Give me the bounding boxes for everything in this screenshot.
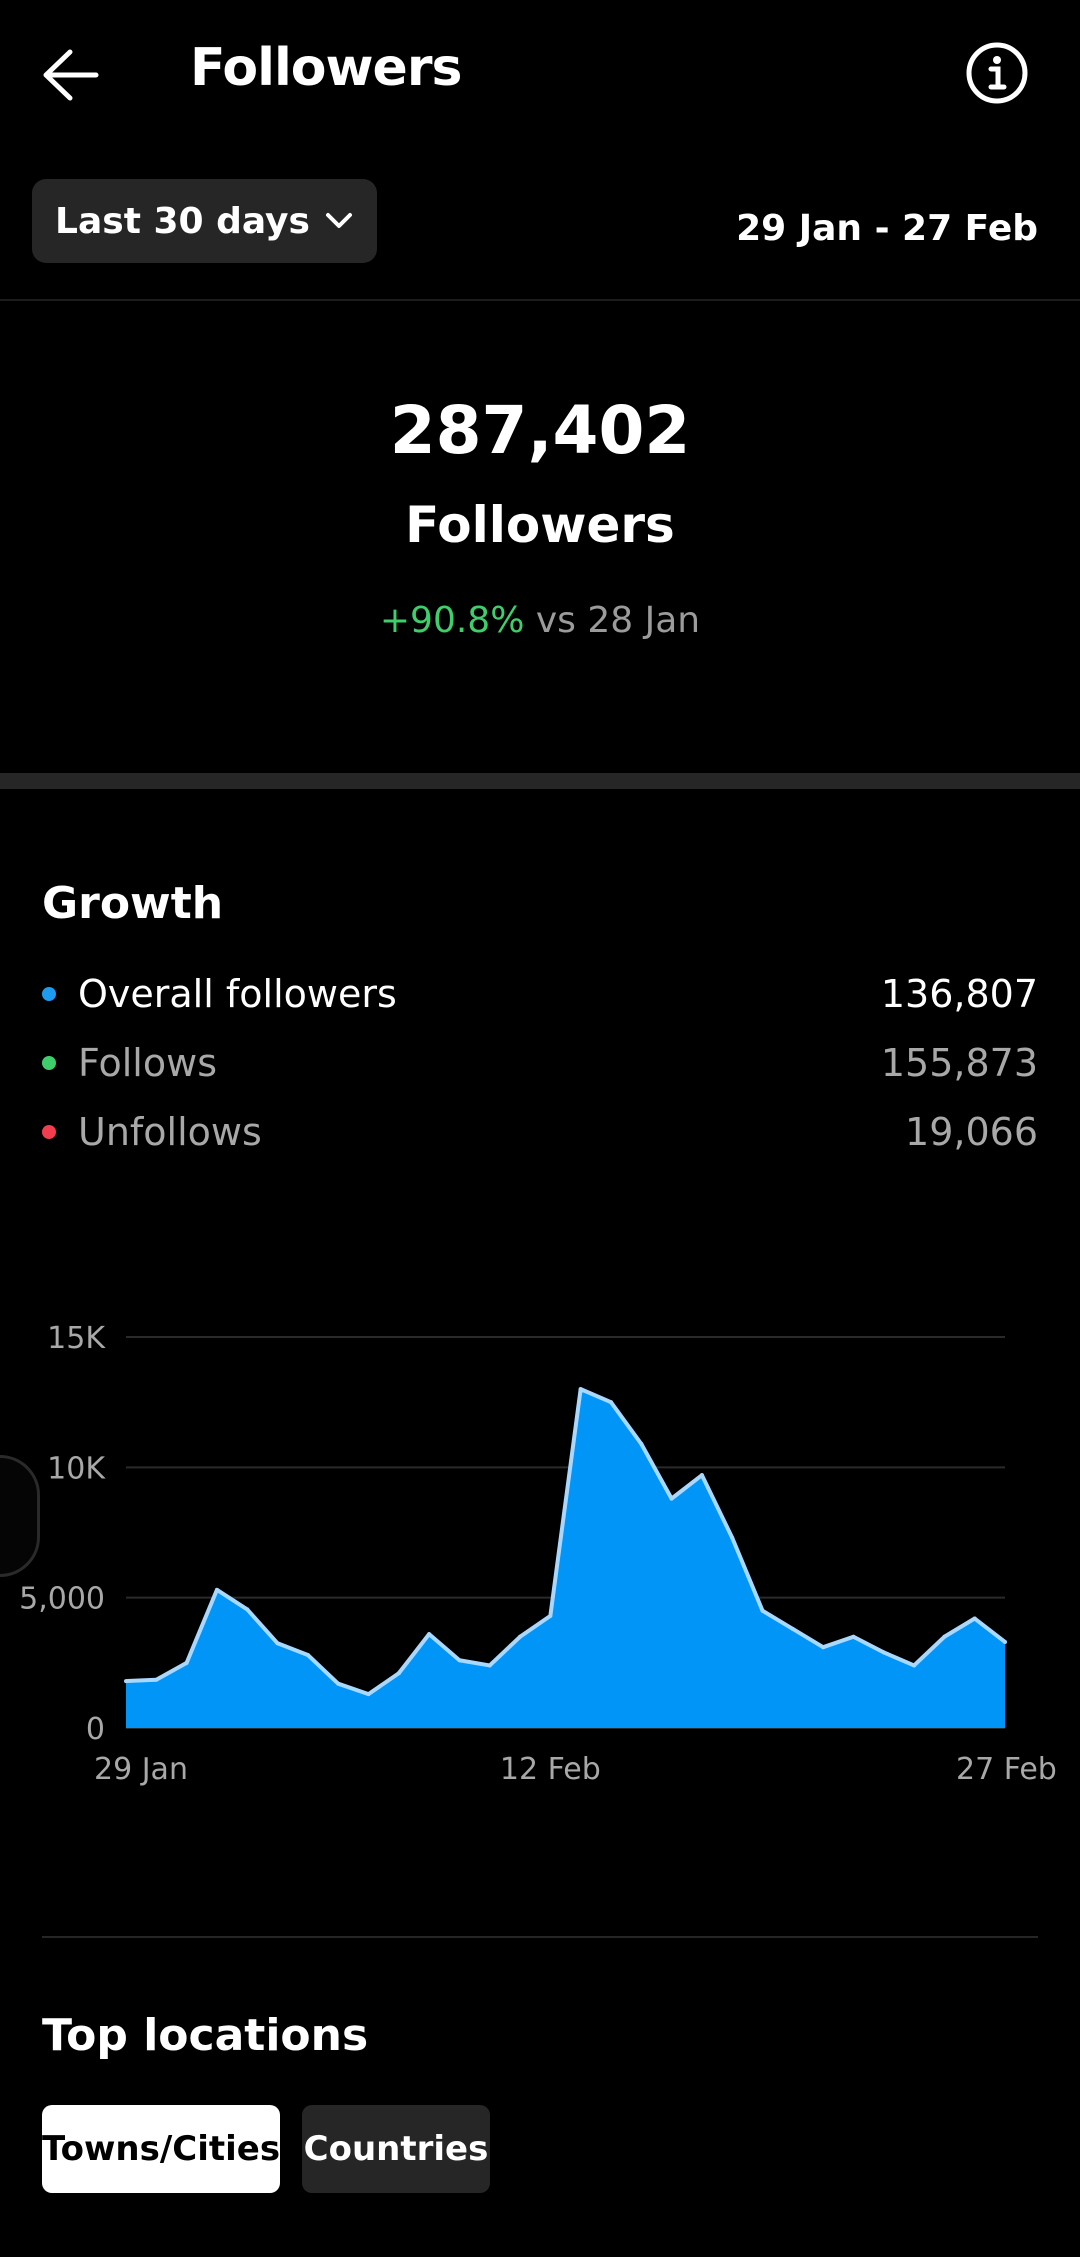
data-point (487, 1663, 492, 1668)
x-tick-label: 12 Feb (500, 1752, 601, 1787)
data-point (881, 1650, 886, 1655)
y-tick-label: 0 (86, 1712, 105, 1747)
data-point (214, 1587, 219, 1592)
legend-value: 155,873 (880, 1041, 1038, 1085)
date-range-dropdown-label: Last 30 days (55, 200, 310, 242)
series-area-overall-followers (126, 1389, 1005, 1728)
divider (0, 299, 1080, 301)
date-range-text: 29 Jan - 27 Feb (736, 208, 1038, 249)
legend-dot-icon (42, 1056, 56, 1070)
data-point (336, 1681, 341, 1686)
data-point (730, 1535, 735, 1540)
tab-countries[interactable]: Countries (302, 2105, 490, 2193)
data-point (457, 1658, 462, 1663)
change-percent: +90.8% (379, 600, 525, 641)
back-button[interactable] (34, 40, 114, 110)
y-tick-label: 5,000 (19, 1582, 105, 1617)
data-point (790, 1626, 795, 1631)
legend-label: Unfollows (78, 1110, 262, 1154)
followers-change: +90.8% vs 28 Jan (0, 600, 1080, 641)
data-point (366, 1692, 371, 1697)
legend-dot-icon (42, 1125, 56, 1139)
legend-label: Follows (78, 1041, 217, 1085)
data-point (912, 1663, 917, 1668)
data-point (821, 1645, 826, 1650)
x-tick-label: 27 Feb (956, 1752, 1057, 1787)
data-point (578, 1387, 583, 1392)
legend-item-overall[interactable]: Overall followers 136,807 (42, 967, 1038, 1021)
divider (42, 1936, 1038, 1938)
page-title: Followers (190, 38, 462, 98)
legend-item-unfollows[interactable]: Unfollows 19,066 (42, 1105, 1038, 1159)
legend-dot-icon (42, 987, 56, 1001)
data-point (1003, 1639, 1007, 1644)
growth-chart[interactable]: 0 5,000 10K 15K 29 Jan 12 Feb 27 Feb (0, 1290, 1080, 1810)
data-point (851, 1634, 856, 1639)
change-reference: vs 28 Jan (535, 600, 701, 641)
data-point (608, 1400, 613, 1405)
growth-title: Growth (42, 878, 224, 929)
data-point (699, 1473, 704, 1478)
data-point (124, 1679, 128, 1684)
legend-item-follows[interactable]: Follows 155,873 (42, 1036, 1038, 1090)
data-point (396, 1671, 401, 1676)
chevron-down-icon (325, 213, 352, 228)
data-point (669, 1496, 674, 1501)
data-point (548, 1613, 553, 1618)
section-separator (0, 773, 1080, 789)
data-point (275, 1641, 280, 1646)
y-tick-label: 15K (47, 1321, 106, 1356)
data-point (305, 1653, 310, 1658)
data-point (972, 1616, 977, 1621)
legend-value: 136,807 (880, 972, 1038, 1016)
legend-label: Overall followers (78, 972, 397, 1016)
data-point (518, 1634, 523, 1639)
top-locations-title: Top locations (42, 2010, 369, 2061)
tab-towns-cities[interactable]: Towns/Cities (42, 2105, 280, 2193)
info-icon (966, 42, 1028, 104)
data-point (760, 1608, 765, 1613)
legend-value: 19,066 (905, 1110, 1038, 1154)
data-point (184, 1660, 189, 1665)
info-button[interactable] (962, 38, 1032, 108)
y-tick-label: 10K (47, 1451, 106, 1486)
data-point (427, 1632, 432, 1637)
data-point (154, 1677, 159, 1682)
x-tick-label: 29 Jan (94, 1752, 188, 1787)
followers-label: Followers (405, 496, 675, 554)
back-arrow-icon (43, 49, 99, 101)
data-point (245, 1607, 250, 1612)
followers-total: 287,402 (389, 392, 691, 469)
data-point (639, 1441, 644, 1446)
date-range-dropdown[interactable]: Last 30 days (32, 179, 377, 263)
data-point (942, 1634, 947, 1639)
